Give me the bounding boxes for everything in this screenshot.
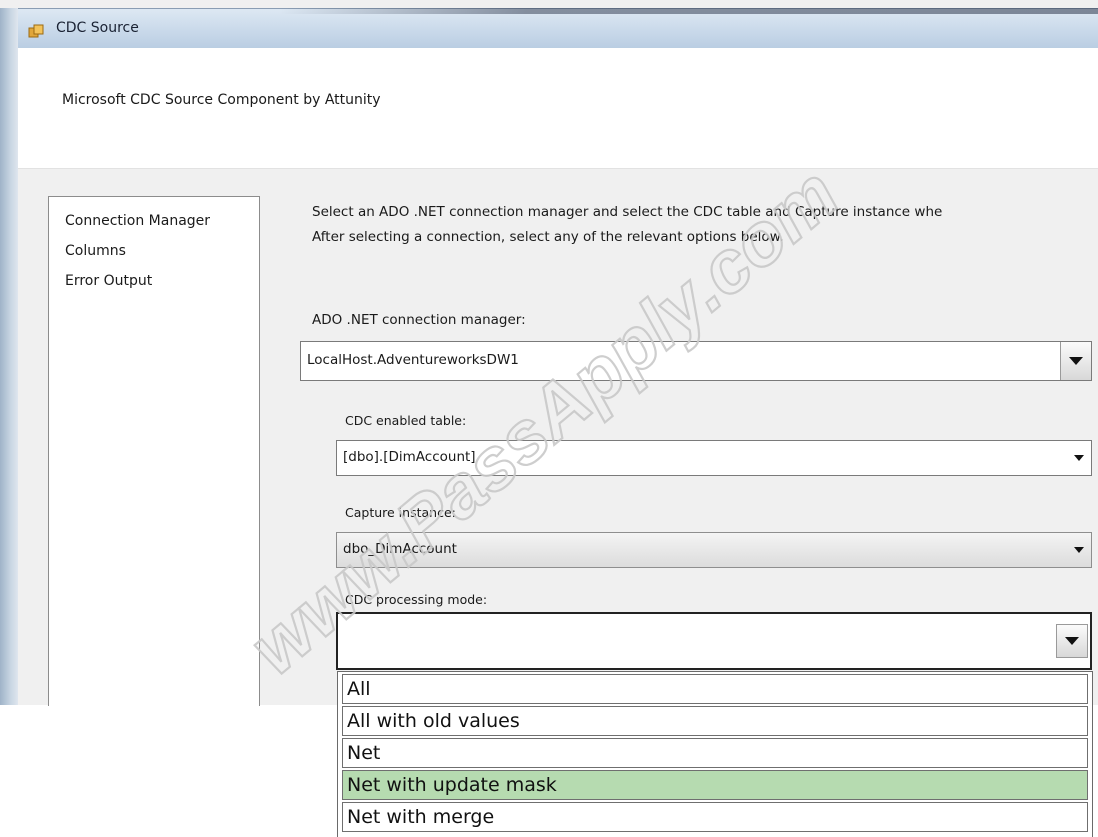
capture-instance-dropdown-button[interactable]	[1067, 533, 1091, 567]
capture-instance-label: Capture instance:	[345, 505, 456, 520]
instructions-line-1: Select an ADO .NET connection manager an…	[312, 204, 943, 220]
dropdown-option-all-with-old-values[interactable]: All with old values	[342, 706, 1088, 736]
dropdown-option-net[interactable]: Net	[342, 738, 1088, 768]
processing-mode-label: CDC processing mode:	[345, 592, 488, 607]
dropdown-option-all[interactable]: All	[342, 674, 1088, 704]
chevron-down-icon	[1065, 637, 1079, 645]
connection-manager-label: ADO .NET connection manager:	[312, 312, 526, 328]
window-title: CDC Source	[56, 20, 139, 36]
cdc-table-value: [dbo].[DimAccount]	[343, 449, 476, 465]
instructions-line-2: After selecting a connection, select any…	[312, 229, 784, 245]
chevron-down-icon	[1074, 455, 1084, 461]
dropdown-option-net-with-merge[interactable]: Net with merge	[342, 802, 1088, 832]
window-border	[0, 8, 18, 705]
capture-instance-value: dbo_DimAccount	[343, 541, 457, 557]
dialog-subtitle: Microsoft CDC Source Component by Attuni…	[62, 92, 381, 108]
cdc-table-label: CDC enabled table:	[345, 413, 467, 428]
connection-manager-value: LocalHost.AdventureworksDW1	[307, 352, 519, 368]
nav-item-connection-manager[interactable]: Connection Manager	[65, 213, 210, 229]
dropdown-option-net-with-update-mask[interactable]: Net with update mask	[342, 770, 1088, 800]
nav-item-error-output[interactable]: Error Output	[65, 273, 152, 289]
capture-instance-combobox[interactable]: dbo_DimAccount	[336, 532, 1092, 568]
title-bar-shadow	[280, 8, 1098, 14]
processing-mode-dropdown-list: All All with old values Net Net with upd…	[337, 671, 1093, 837]
connection-manager-dropdown-button[interactable]	[1060, 342, 1091, 380]
chevron-down-icon	[1069, 357, 1083, 365]
nav-panel: Connection Manager Columns Error Output	[48, 196, 260, 706]
cdc-source-icon	[28, 24, 44, 38]
header-strip	[18, 48, 1098, 169]
cdc-table-combobox[interactable]: [dbo].[DimAccount]	[336, 440, 1092, 476]
chevron-down-icon	[1074, 547, 1084, 553]
cdc-table-dropdown-button[interactable]	[1067, 441, 1091, 475]
processing-mode-dropdown-button[interactable]	[1056, 624, 1088, 658]
nav-item-columns[interactable]: Columns	[65, 243, 126, 259]
title-bar[interactable]	[18, 8, 1098, 49]
connection-manager-combobox[interactable]: LocalHost.AdventureworksDW1	[300, 341, 1092, 381]
processing-mode-combobox[interactable]	[336, 612, 1092, 670]
